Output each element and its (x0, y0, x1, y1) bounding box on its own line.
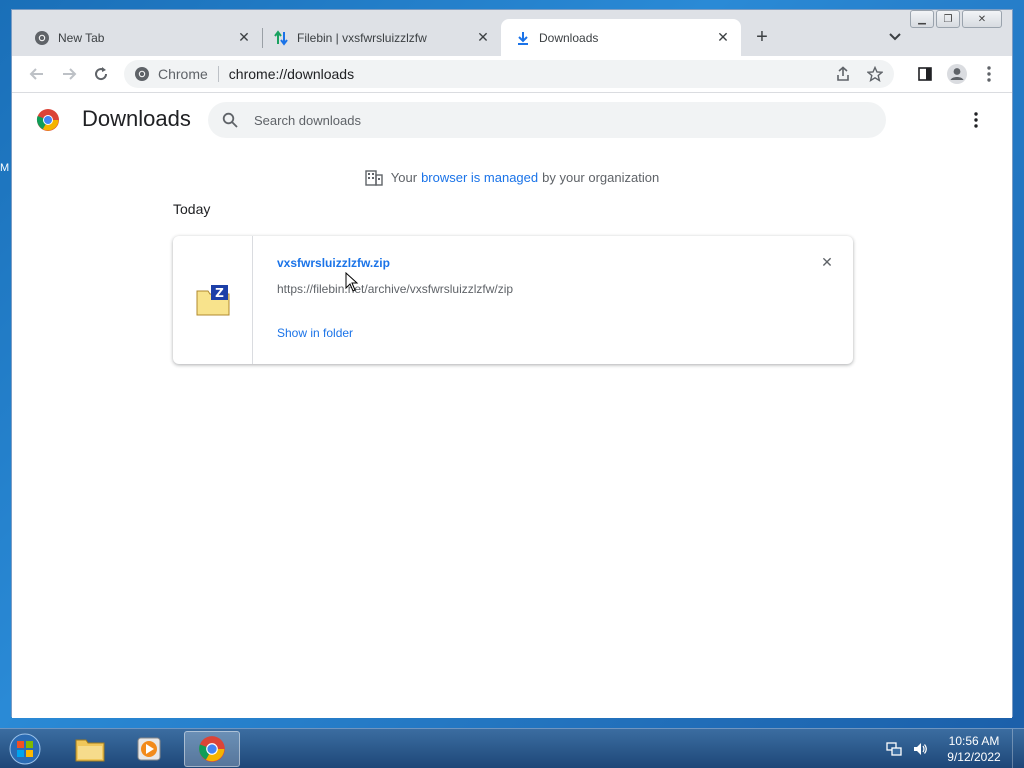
close-icon: ✕ (821, 253, 833, 270)
reload-button[interactable] (88, 61, 114, 87)
browser-menu-button[interactable] (976, 61, 1002, 87)
svg-text:Z: Z (215, 286, 224, 300)
new-tab-button[interactable]: + (750, 25, 774, 49)
omnibox-scheme-label: Chrome (158, 66, 208, 82)
share-icon[interactable] (830, 61, 856, 87)
start-button[interactable] (6, 731, 44, 767)
chrome-logo-icon (36, 108, 60, 132)
download-icon (515, 30, 531, 46)
windows-logo-icon (9, 733, 41, 765)
download-file-name-link[interactable]: vxsfwrsluizzlzfw.zip (277, 256, 390, 270)
chrome-window: New Tab ✕ Filebin | vxsfwrsluizzlzfw ✕ D… (11, 9, 1013, 718)
close-icon[interactable]: ✕ (236, 29, 252, 46)
managed-notice: Your browser is managed by your organiza… (12, 168, 1012, 186)
bookmark-star-icon[interactable] (862, 61, 888, 87)
tab-search-button[interactable] (884, 26, 906, 48)
tab-strip: New Tab ✕ Filebin | vxsfwrsluizzlzfw ✕ D… (12, 10, 1012, 56)
system-tray: 10:56 AM 9/12/2022 (878, 729, 1024, 768)
desktop-edge-label: M (0, 162, 10, 174)
search-downloads-box (208, 102, 886, 138)
chevron-down-icon (889, 33, 901, 41)
tab-title: Downloads (539, 30, 599, 45)
address-bar[interactable]: Chrome chrome://downloads (124, 60, 894, 88)
mouse-cursor-icon (345, 272, 359, 292)
kebab-menu-icon (987, 66, 991, 82)
managed-link[interactable]: browser is managed (421, 170, 538, 185)
tab-title: New Tab (58, 30, 105, 45)
restore-button[interactable]: ❐ (936, 10, 960, 28)
downloads-header: Downloads (12, 94, 1012, 150)
side-panel-button[interactable] (912, 61, 938, 87)
zip-file-icon: Z (196, 285, 229, 316)
chrome-icon (34, 30, 50, 46)
omnibox-url[interactable]: chrome://downloads (229, 66, 354, 82)
filebin-arrows-icon (273, 29, 289, 46)
show-in-folder-link[interactable]: Show in folder (277, 326, 353, 340)
download-item: Z vxsfwrsluizzlzfw.zip https://filebin.n… (173, 236, 853, 364)
taskbar-chrome[interactable] (184, 731, 240, 767)
close-window-button[interactable]: ✕ (962, 10, 1002, 28)
remove-download-button[interactable]: ✕ (819, 254, 835, 270)
plus-icon: + (756, 25, 768, 48)
volume-icon[interactable] (910, 739, 930, 759)
close-icon: ✕ (977, 13, 987, 25)
file-icon-column: Z (173, 236, 253, 364)
minimize-button[interactable]: ▁ (910, 10, 934, 28)
arrow-right-icon (63, 68, 77, 80)
taskbar-clock[interactable]: 10:56 AM 9/12/2022 (944, 733, 1004, 765)
search-input[interactable] (254, 112, 854, 128)
tab-title: Filebin | vxsfwrsluizzlzfw (297, 30, 427, 45)
downloads-page: Downloads Your browser is managed by you… (12, 94, 1012, 718)
chrome-icon (134, 66, 150, 82)
media-player-icon (137, 737, 161, 761)
forward-button[interactable] (56, 61, 82, 87)
tab-new-tab[interactable]: New Tab ✕ (12, 19, 262, 56)
close-icon[interactable]: ✕ (715, 29, 731, 46)
profile-button[interactable] (944, 61, 970, 87)
taskbar-explorer[interactable] (62, 731, 118, 767)
network-icon[interactable] (884, 739, 904, 759)
back-button[interactable] (24, 61, 50, 87)
close-icon[interactable]: ✕ (475, 29, 491, 46)
window-controls: ▁ ❐ ✕ (910, 10, 1002, 28)
arrow-left-icon (29, 68, 43, 80)
search-icon (220, 110, 240, 130)
avatar-icon (947, 64, 967, 84)
kebab-menu-icon (974, 112, 978, 128)
page-title: Downloads (82, 106, 191, 131)
download-source-url[interactable]: https://filebin.net/archive/vxsfwrsluizz… (277, 282, 513, 296)
tab-downloads[interactable]: Downloads ✕ (501, 19, 741, 56)
date-section-label: Today (173, 201, 211, 217)
omnibox-actions (830, 60, 894, 88)
browser-toolbar: Chrome chrome://downloads (12, 56, 1012, 93)
clock-time: 10:56 AM (948, 734, 1000, 748)
folder-icon (75, 739, 105, 762)
chrome-icon (199, 736, 225, 762)
taskbar-media-player[interactable] (121, 731, 177, 767)
restore-icon: ❐ (943, 13, 953, 25)
managed-suffix: by your organization (542, 169, 660, 185)
windows-taskbar: 10:56 AM 9/12/2022 (0, 728, 1024, 768)
omnibox-divider (217, 66, 219, 82)
downloads-menu-button[interactable] (964, 108, 988, 132)
building-icon (365, 168, 383, 186)
show-desktop-button[interactable] (1012, 729, 1024, 768)
side-panel-icon (918, 67, 932, 81)
managed-prefix: Your (390, 169, 418, 185)
tab-filebin[interactable]: Filebin | vxsfwrsluizzlzfw ✕ (263, 19, 501, 56)
reload-icon (95, 67, 108, 81)
clock-date: 9/12/2022 (947, 750, 1001, 764)
minimize-icon: ▁ (918, 13, 926, 25)
